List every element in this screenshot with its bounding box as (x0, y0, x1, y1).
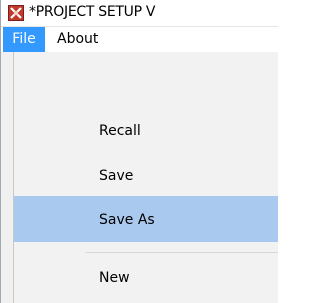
menu-item-save-as[interactable]: Save As (1, 204, 277, 238)
window-title: *PROJECT SETUP V (29, 4, 156, 20)
menu-item-recall[interactable]: Recall (1, 115, 277, 149)
menu-item-save-as-label: Save As (99, 212, 155, 228)
menu-about[interactable]: About (51, 27, 104, 52)
menu-item-recall-label: Recall (99, 123, 141, 139)
menu-separator (85, 252, 278, 253)
app-logo-icon (8, 5, 24, 21)
menu-item-save[interactable]: Save (1, 160, 277, 194)
menu-item-new-label: New (99, 270, 130, 286)
menu-file[interactable]: File (3, 27, 45, 52)
menu-item-new[interactable]: New (1, 262, 277, 296)
menu-item-save-label: Save (99, 168, 134, 184)
menu-bar: File About (1, 26, 278, 52)
title-bar[interactable]: *PROJECT SETUP V (1, 0, 278, 26)
project-setup-window: *PROJECT SETUP V File About Recall Save … (0, 0, 278, 303)
